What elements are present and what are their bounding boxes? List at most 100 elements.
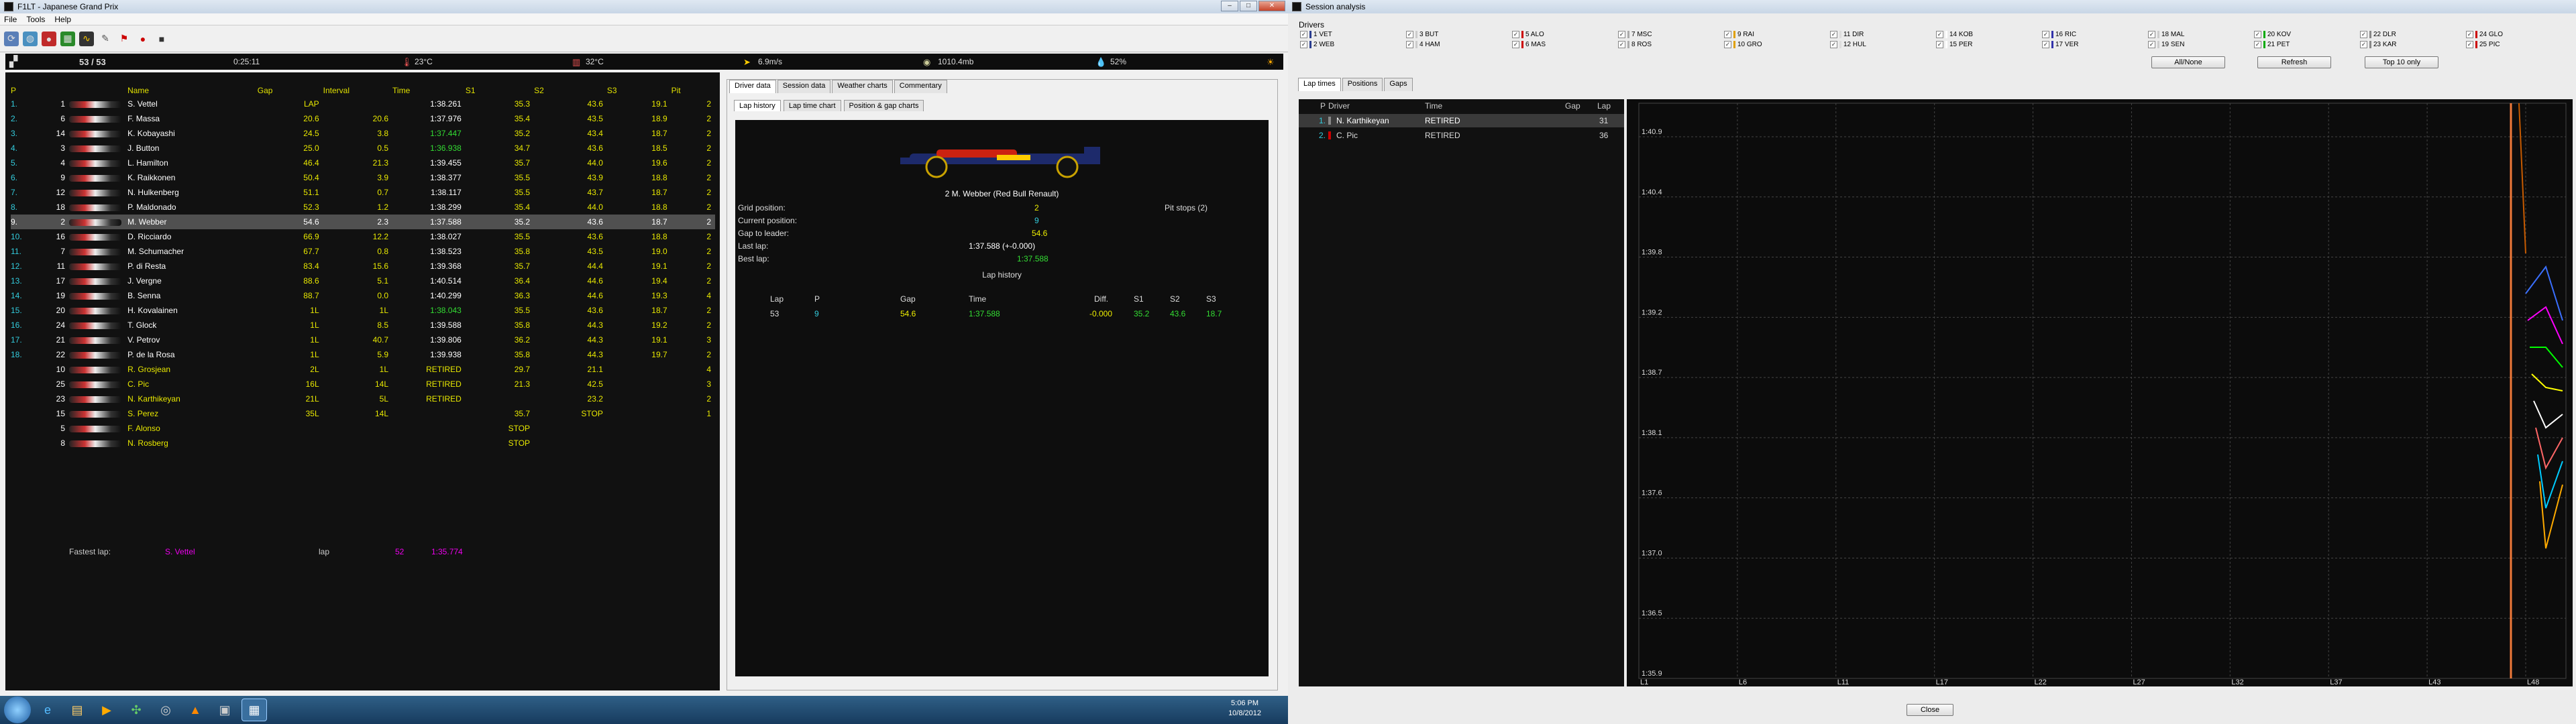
driver-checkbox[interactable]: ✓ 7 MSC [1618, 31, 1652, 38]
stop-icon[interactable]: ■ [154, 32, 169, 46]
checkbox[interactable]: ✓ [1300, 41, 1307, 48]
table-row[interactable]: 5 F. Alonso STOP [11, 421, 715, 436]
table-row[interactable]: 11. 7 M. Schumacher 67.7 0.8 1:38.523 35.8 43.5… [11, 244, 715, 259]
table-row[interactable]: 7. 12 N. Hulkenberg 51.1 0.7 1:38.117 35.5 43.7… [11, 185, 715, 200]
f1lt-icon[interactable]: ▦ [241, 699, 267, 721]
driver-checkbox[interactable]: ✓ 15 PER [1936, 41, 1972, 48]
checkbox[interactable]: ✓ [1936, 41, 1943, 48]
table-row[interactable]: 6. 9 K. Raikkonen 50.4 3.9 1:38.377 35.5 43.9 18… [11, 170, 715, 185]
checkbox[interactable]: ✓ [2042, 31, 2049, 38]
checkbox[interactable]: ✓ [1724, 31, 1731, 38]
clock[interactable]: 5:06 PM 10/8/2012 [1228, 699, 1261, 719]
checkbox[interactable]: ✓ [2360, 41, 2367, 48]
checkbox[interactable]: ✓ [2148, 31, 2155, 38]
table-row[interactable]: 13. 17 J. Vergne 88.6 5.1 1:40.514 36.4 44.6 19.… [11, 274, 715, 288]
media-icon[interactable]: ▶ [94, 699, 119, 721]
driver-checkbox[interactable]: ✓ 24 GLO [2466, 31, 2503, 38]
checkbox[interactable]: ✓ [1512, 31, 1519, 38]
all-none-button[interactable]: All/None [2151, 56, 2225, 68]
connect-icon[interactable]: ⟳ [4, 31, 19, 46]
checkbox[interactable]: ✓ [2466, 41, 2473, 48]
minimize-button[interactable]: – [1221, 1, 1238, 11]
maximize-button[interactable]: □ [1240, 1, 1257, 11]
driver-checkbox[interactable]: ✓ 14 KOB [1936, 31, 1973, 38]
table-row[interactable]: 14. 19 B. Senna 88.7 0.0 1:40.299 36.3 44.6 19.3… [11, 288, 715, 303]
driver-checkbox[interactable]: ✓ 11 DIR [1830, 31, 1864, 38]
table-row[interactable]: 2. 6 F. Massa 20.6 20.6 1:37.976 35.4 43.5 18.9 2 [11, 111, 715, 126]
refresh-button[interactable]: Refresh [2257, 56, 2331, 68]
menu-help[interactable]: Help [54, 15, 71, 24]
tab-driver-data[interactable]: Driver data [729, 80, 776, 93]
driver-checkbox[interactable]: ✓ 6 MAS [1512, 41, 1546, 48]
table-row[interactable]: 10 R. Grosjean 2L 1L RETIRED 29.7 21.1 4 [11, 362, 715, 377]
checkbox[interactable]: ✓ [2042, 41, 2049, 48]
checkbox[interactable]: ✓ [2466, 31, 2473, 38]
driver-checkbox[interactable]: ✓ 5 ALO [1512, 31, 1544, 38]
menu-file[interactable]: File [4, 15, 17, 24]
checkbox[interactable]: ✓ [2148, 41, 2155, 48]
driver-checkbox[interactable]: ✓ 25 PIC [2466, 41, 2500, 48]
top-ten-button[interactable]: Top 10 only [2365, 56, 2438, 68]
checkbox[interactable]: ✓ [1936, 31, 1943, 38]
driver-checkbox[interactable]: ✓ 8 ROS [1618, 41, 1652, 48]
driver-checkbox[interactable]: ✓ 3 BUT [1406, 31, 1438, 38]
driver-checkbox[interactable]: ✓ 2 WEB [1300, 41, 1334, 48]
driver-checkbox[interactable]: ✓ 1 VET [1300, 31, 1332, 38]
driver-checkbox[interactable]: ✓ 21 PET [2254, 41, 2290, 48]
checkbox[interactable]: ✓ [2254, 41, 2261, 48]
app-icon-2[interactable]: ▣ [212, 699, 237, 721]
table-row[interactable]: 8. 18 P. Maldonado 52.3 1.2 1:38.299 35.4 44.0 1… [11, 200, 715, 215]
driver-checkbox[interactable]: ✓ 20 KOV [2254, 31, 2291, 38]
table-row[interactable]: 17. 21 V. Petrov 1L 40.7 1:39.806 36.2 44.3 19.1… [11, 333, 715, 347]
tab-weather-charts[interactable]: Weather charts [832, 80, 893, 93]
driver-tracker-icon[interactable]: ● [42, 31, 56, 46]
network-icon[interactable]: ✣ [123, 699, 149, 721]
checkbox[interactable]: ✓ [1618, 31, 1625, 38]
vlc-icon[interactable]: ▲ [182, 699, 208, 721]
table-row[interactable]: 25 C. Pic 16L 14L RETIRED 21.3 42.5 3 [11, 377, 715, 391]
table-row[interactable]: 23 N. Karthikeyan 21L 5L RETIRED 23.2 2 [11, 391, 715, 406]
start-button[interactable] [4, 697, 31, 723]
driver-checkbox[interactable]: ✓ 19 SEN [2148, 41, 2184, 48]
table-row[interactable]: 2. C. Pic RETIRED 36 [1299, 129, 1624, 142]
globe-icon[interactable]: ◍ [23, 31, 38, 46]
driver-checkbox[interactable]: ✓ 18 MAL [2148, 31, 2184, 38]
grid-icon[interactable]: ▦ [60, 31, 75, 46]
checkbox[interactable]: ✓ [1830, 31, 1837, 38]
driver-checkbox[interactable]: ✓ 9 RAI [1724, 31, 1754, 38]
menu-tools[interactable]: Tools [26, 15, 45, 24]
checkbox[interactable]: ✓ [1406, 41, 1413, 48]
checkbox[interactable]: ✓ [1300, 31, 1307, 38]
table-row[interactable]: 12. 11 P. di Resta 83.4 15.6 1:39.368 35.7 44.4… [11, 259, 715, 274]
tab-position-gap-charts[interactable]: Position & gap charts [843, 100, 924, 111]
lap-time-chart[interactable]: 1:40.9 1:40.4 1:39.8 1:39.2 1:38.7 1:38.1 1:37… [1627, 99, 2573, 686]
table-row[interactable]: 1. N. Karthikeyan RETIRED 31 [1299, 114, 1624, 127]
table-row[interactable]: 1. 1 S. Vettel LAP 1:38.261 35.3 43.6 19.1 2 [11, 97, 715, 111]
steam-icon[interactable]: ◎ [153, 699, 178, 721]
table-row[interactable]: 4. 3 J. Button 25.0 0.5 1:36.938 34.7 43.6 18.5 2 [11, 141, 715, 156]
analysis-close-button[interactable]: Close [1907, 704, 1953, 716]
table-row[interactable]: 5. 4 L. Hamilton 46.4 21.3 1:39.455 35.7 44.0 19… [11, 156, 715, 170]
checkbox[interactable]: ✓ [1512, 41, 1519, 48]
checkbox[interactable]: ✓ [1724, 41, 1731, 48]
table-row[interactable]: 16. 24 T. Glock 1L 8.5 1:39.588 35.8 44.3 19.2 2 [11, 318, 715, 333]
table-row[interactable]: 15. 20 H. Kovalainen 1L 1L 1:38.043 35.5 43.6 18… [11, 303, 715, 318]
driver-checkbox[interactable]: ✓ 10 GRO [1724, 41, 1762, 48]
table-row[interactable]: 9. 2 M. Webber 54.6 2.3 1:37.588 35.2 43.6 18.7 2 [11, 215, 715, 229]
table-row[interactable]: 8 N. Rosberg STOP [11, 436, 715, 450]
checkbox[interactable]: ✓ [2360, 31, 2367, 38]
explorer-icon[interactable]: ▤ [64, 699, 90, 721]
table-row[interactable]: 18. 22 P. de la Rosa 1L 5.9 1:39.938 35.8 44.3 1… [11, 347, 715, 362]
driver-checkbox[interactable]: ✓ 22 DLR [2360, 31, 2396, 38]
table-row[interactable]: 3. 14 K. Kobayashi 24.5 3.8 1:37.447 35.2 43.4 1… [11, 126, 715, 141]
driver-checkbox[interactable]: ✓ 23 KAR [2360, 41, 2396, 48]
flag-icon[interactable]: ⚑ [117, 32, 131, 46]
close-button[interactable]: ✕ [1258, 1, 1285, 11]
tab-lap-times[interactable]: Lap times [1298, 78, 1341, 91]
driver-checkbox[interactable]: ✓ 12 HUL [1830, 41, 1866, 48]
chart-icon[interactable]: ∿ [79, 31, 94, 46]
tab-lap-time-chart[interactable]: Lap time chart [783, 100, 841, 111]
driver-checkbox[interactable]: ✓ 4 HAM [1406, 41, 1440, 48]
tab-lap-history[interactable]: Lap history [734, 100, 781, 111]
checkbox[interactable]: ✓ [1406, 31, 1413, 38]
